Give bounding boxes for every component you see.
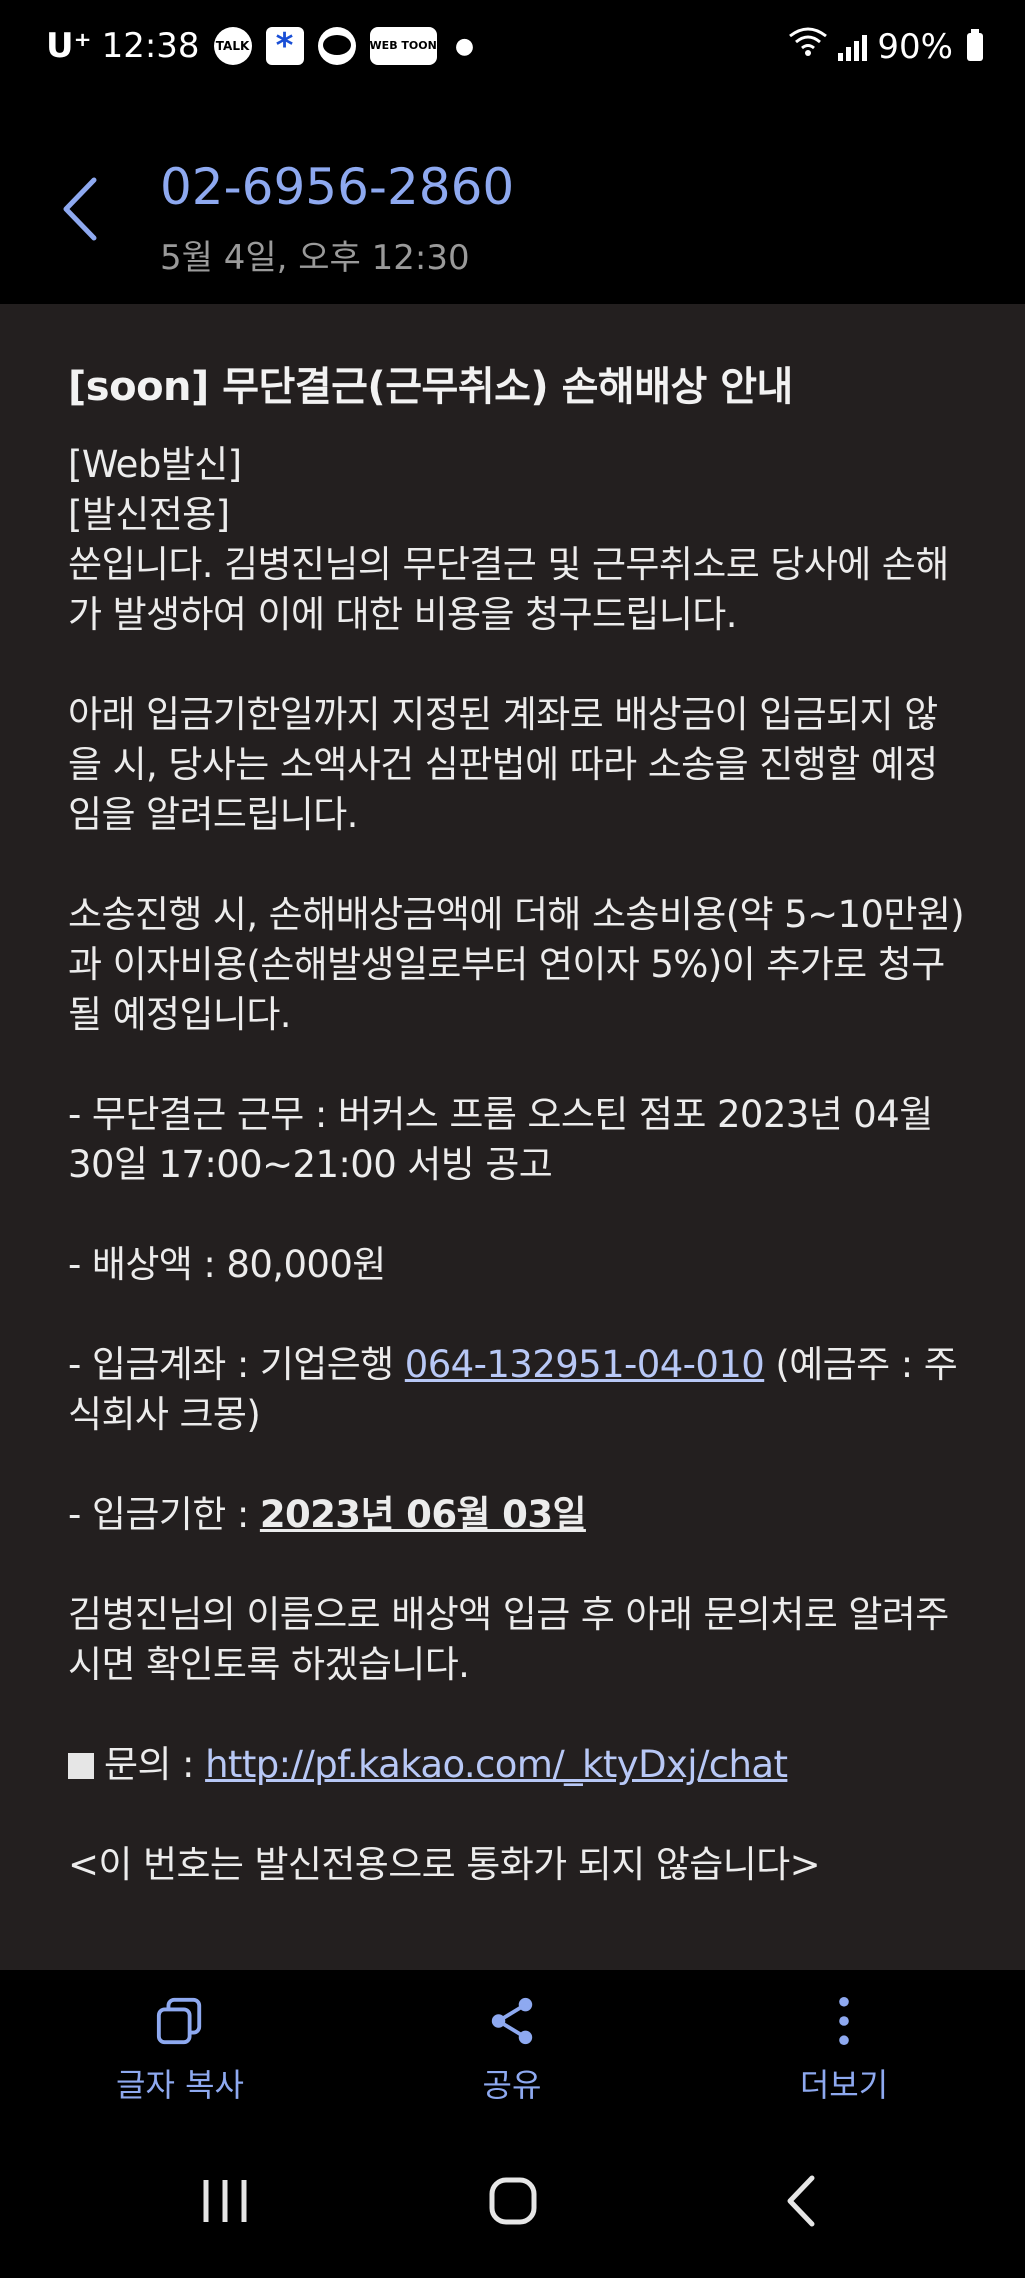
amount-detail: - 배상액 : 80,000원 bbox=[68, 1243, 386, 1286]
account-prefix: - 입금계좌 : 기업은행 bbox=[68, 1343, 405, 1386]
inquiry-link[interactable]: http://pf.kakao.com/_ktyDxj/chat bbox=[205, 1743, 788, 1786]
chat-bubble-icon bbox=[317, 27, 356, 65]
message-timestamp: 5월 4일, 오후 12:30 bbox=[160, 238, 470, 278]
message-action-bar: 글자 복사 공유 더보기 bbox=[0, 1970, 1025, 2122]
account-number-link[interactable]: 064-132951-04-010 bbox=[405, 1343, 765, 1386]
sender-number: 02-6956-2860 bbox=[160, 158, 515, 216]
status-time: 12:38 bbox=[101, 26, 200, 66]
battery-percent: 90% bbox=[877, 26, 953, 67]
message-paragraph: 김병진님의 이름으로 배상액 입금 후 아래 문의처로 알려주시면 확인토록 하… bbox=[68, 1593, 949, 1686]
more-options-button[interactable]: 더보기 bbox=[714, 1996, 974, 2106]
asterisk-app-icon: * bbox=[265, 26, 304, 66]
wifi-icon bbox=[788, 26, 828, 67]
status-right: 90% bbox=[788, 26, 983, 67]
message-paragraph: 소송진행 시, 손해배상금액에 더해 소송비용(약 5~10만원)과 이자비용(… bbox=[68, 893, 965, 1036]
share-button[interactable]: 공유 bbox=[382, 1996, 642, 2106]
work-detail: - 무단결근 근무 : 버커스 프롬 오스틴 점포 2023년 04월 30일 … bbox=[68, 1093, 933, 1186]
square-bullet-icon bbox=[68, 1753, 94, 1779]
webtoon-icon: WEB TOON bbox=[369, 27, 437, 65]
more-options-label: 더보기 bbox=[799, 2066, 889, 2104]
message-paragraph: 아래 입금기한일까지 지정된 계좌로 배상금이 입금되지 않을 시, 당사는 소… bbox=[68, 693, 938, 836]
message-paragraph: 쑨입니다. 김병진님의 무단결근 및 근무취소로 당사에 손해가 발생하여 이에… bbox=[68, 543, 949, 636]
back-button[interactable] bbox=[60, 174, 120, 244]
copy-text-button[interactable]: 글자 복사 bbox=[50, 1996, 310, 2106]
chevron-left-icon bbox=[787, 2175, 815, 2227]
status-left: U⁺ 12:38 TALK * WEB TOON ● bbox=[46, 26, 474, 66]
recent-apps-button[interactable] bbox=[180, 2166, 270, 2236]
inquiry-prefix: 문의 : bbox=[104, 1743, 206, 1786]
message-content: [soon] 무단결근(근무취소) 손해배상 안내 [Web발신] [발신전용]… bbox=[0, 304, 1025, 1970]
deadline-detail: - 입금기한 : 2023년 06월 03일 bbox=[68, 1490, 968, 1540]
status-bar: U⁺ 12:38 TALK * WEB TOON ● 90% bbox=[0, 0, 1025, 96]
deadline-prefix: - 입금기한 : bbox=[68, 1493, 260, 1536]
home-button[interactable] bbox=[468, 2166, 558, 2236]
message-body: [Web발신] [발신전용] 쑨입니다. 김병진님의 무단결근 및 근무취소로 … bbox=[68, 440, 968, 1890]
system-navigation-bar bbox=[0, 2122, 1025, 2278]
web-sent-label: [Web발신] bbox=[68, 443, 242, 486]
more-vertical-icon bbox=[839, 1996, 849, 2046]
account-detail: - 입금계좌 : 기업은행 064-132951-04-010 (예금주 : 주… bbox=[68, 1340, 968, 1440]
more-notifications-dot-icon: ● bbox=[454, 33, 475, 59]
inquiry-detail: 문의 : http://pf.kakao.com/_ktyDxj/chat bbox=[68, 1740, 968, 1790]
message-title: [soon] 무단결근(근무취소) 손해배상 안내 bbox=[68, 364, 793, 410]
kakaotalk-icon: TALK bbox=[213, 27, 252, 65]
carrier-label: U⁺ bbox=[46, 26, 92, 66]
share-label: 공유 bbox=[482, 2066, 542, 2104]
copy-text-label: 글자 복사 bbox=[116, 2066, 244, 2104]
recent-apps-icon bbox=[203, 2180, 247, 2222]
send-only-label: [발신전용] bbox=[68, 493, 230, 536]
share-icon bbox=[491, 1997, 533, 2045]
battery-icon bbox=[967, 28, 983, 61]
home-icon bbox=[489, 2177, 537, 2225]
system-back-button[interactable] bbox=[756, 2166, 846, 2236]
conversation-header: 02-6956-2860 5월 4일, 오후 12:30 bbox=[0, 96, 1025, 304]
chevron-left-icon bbox=[63, 177, 97, 241]
deadline-date-link[interactable]: 2023년 06월 03일 bbox=[260, 1493, 587, 1536]
footer-note: <이 번호는 발신전용으로 통화가 되지 않습니다> bbox=[68, 1843, 821, 1886]
copy-icon bbox=[156, 1997, 202, 2045]
signal-icon bbox=[838, 33, 868, 61]
